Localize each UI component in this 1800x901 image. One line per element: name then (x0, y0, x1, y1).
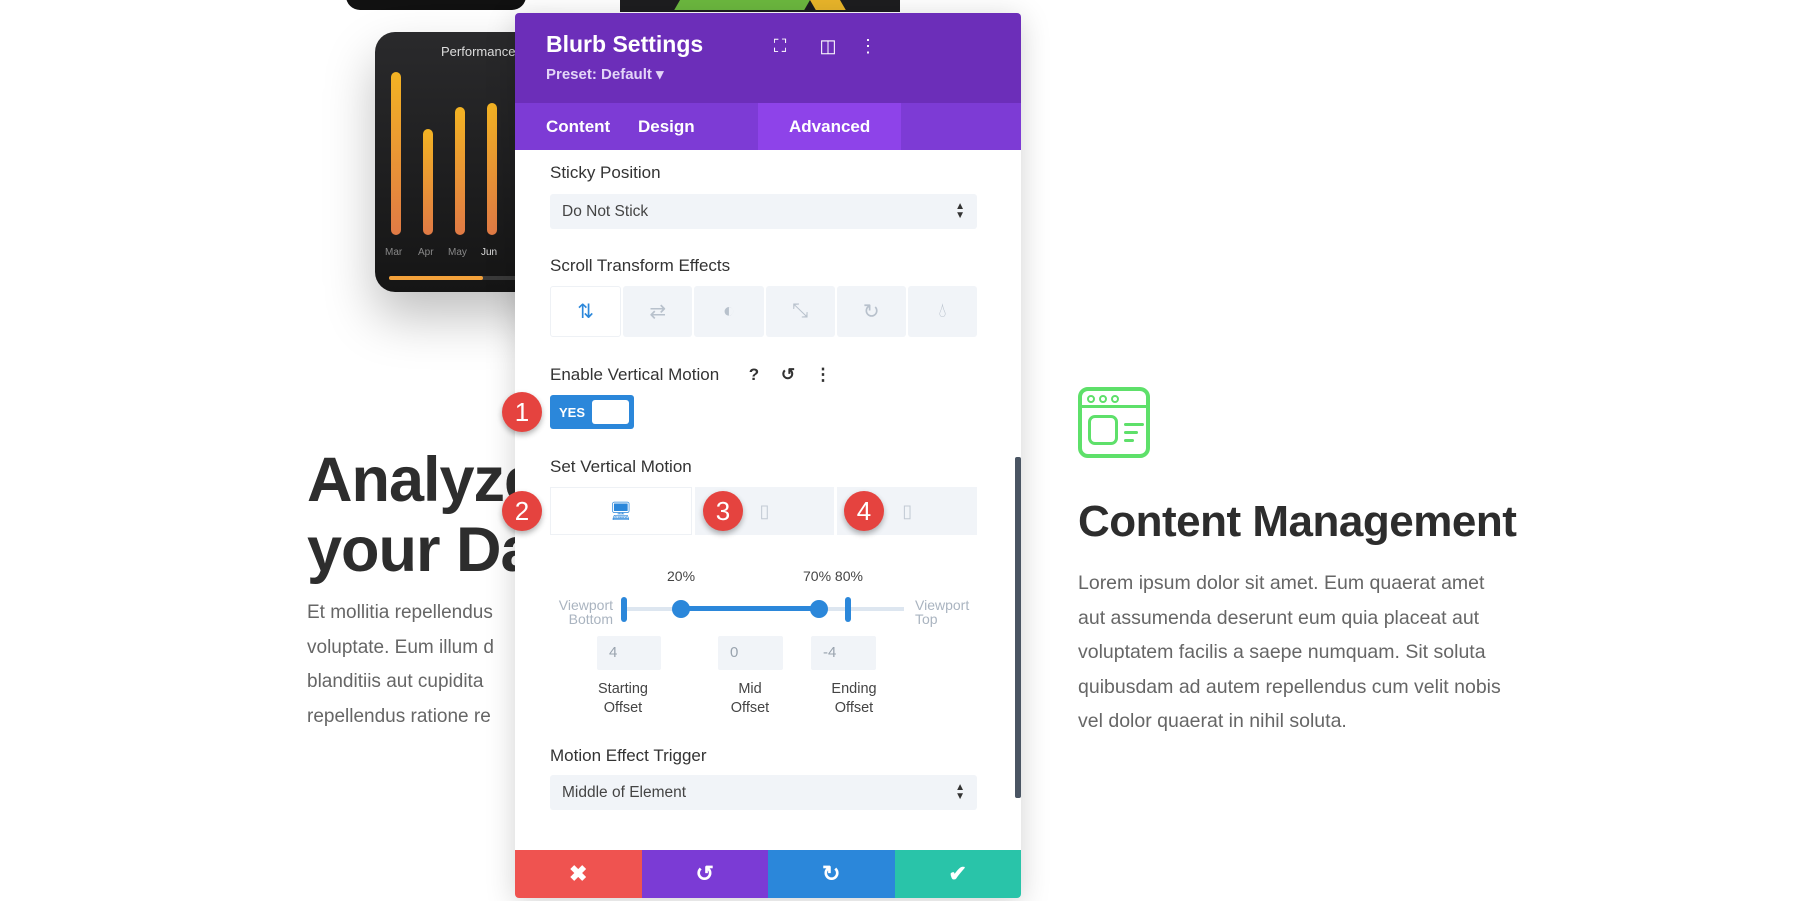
motion-trigger-select[interactable]: Middle of Element ▲ ▼ (550, 775, 977, 810)
mockup-chart-card (620, 0, 900, 12)
chart-bar (487, 103, 497, 235)
device-tabs: 🖥︎ ▯ ▯ (550, 487, 978, 535)
undo-button[interactable]: ↺ (641, 850, 768, 898)
fullscreen-icon[interactable]: ⛶ (769, 36, 791, 57)
tab-design[interactable]: Design (607, 103, 726, 150)
enable-vertical-toggle[interactable]: YES (550, 395, 634, 429)
reset-icon[interactable]: ↺ (776, 365, 800, 385)
blurb-settings-panel: Blurb Settings Preset: Default ▾ ⛶ ◫ ⋮ C… (515, 13, 1021, 898)
motion-trigger-label: Motion Effect Trigger (550, 746, 707, 765)
browser-window-icon (1078, 387, 1150, 458)
viewport-bottom-label: Viewport Bottom (558, 597, 613, 627)
save-button[interactable]: ✔ (894, 850, 1021, 898)
select-arrows-icon: ▲ ▼ (955, 782, 965, 802)
redo-button[interactable]: ↻ (768, 850, 895, 898)
blur-icon[interactable]: 💧︎ (907, 286, 978, 337)
preset-dropdown[interactable]: Preset: Default ▾ (546, 65, 664, 83)
step-badge-1: 1 (502, 392, 542, 432)
fading-icon[interactable]: ◐ (694, 286, 764, 337)
start-percent: 20% (667, 568, 696, 584)
viewport-top-label: Viewport Top (915, 597, 970, 627)
end-percent: 70% 80% (803, 568, 863, 584)
tab-advanced[interactable]: Advanced (758, 103, 902, 150)
mockup-card (346, 0, 526, 10)
more-vertical-icon[interactable]: ⋮ (857, 36, 879, 57)
scroll-effects-label: Scroll Transform Effects (550, 256, 731, 275)
slider-mid-start-handle[interactable] (672, 600, 690, 618)
more-options-icon[interactable]: ⋮ (811, 365, 835, 385)
content-management-paragraph: Lorem ipsum dolor sit amet. Eum quaerat … (1078, 572, 1501, 732)
month-label: May (448, 247, 467, 258)
mid-offset-input[interactable]: 0 (718, 636, 783, 670)
rotating-icon[interactable]: ↻ (836, 286, 906, 337)
step-badge-3: 3 (703, 491, 743, 531)
horizontal-motion-icon[interactable]: ⇄ (623, 286, 693, 337)
sticky-position-label: Sticky Position (550, 163, 661, 182)
month-label: Jun (481, 247, 498, 258)
slider-start-handle[interactable] (621, 597, 627, 622)
panel-title: Blurb Settings (546, 31, 704, 57)
cancel-button[interactable]: ✖ (515, 850, 642, 898)
set-vertical-label: Set Vertical Motion (550, 457, 692, 476)
split-view-icon[interactable]: ◫ (817, 36, 839, 57)
ending-offset-label: Ending Offset (831, 681, 877, 716)
chart-bar (423, 129, 433, 235)
chart-bar (455, 107, 465, 235)
content-management-heading: Content Management (1078, 497, 1517, 546)
chart-bar (391, 72, 401, 235)
slider-mid-end-handle[interactable] (810, 600, 828, 618)
select-arrows-icon: ▲ ▼ (955, 201, 965, 221)
phone-title: Performance (441, 44, 516, 59)
scaling-icon[interactable]: ⤡ (765, 286, 835, 337)
mid-offset-label: Mid Offset (730, 681, 770, 716)
sticky-position-select[interactable]: Do Not Stick ▲ ▼ (550, 194, 977, 229)
panel-header: Blurb Settings Preset: Default ▾ ⛶ ◫ ⋮ (515, 13, 1021, 103)
enable-vertical-label: Enable Vertical Motion (550, 365, 720, 384)
panel-footer: ✖ ↺ ↻ ✔ (515, 850, 1021, 898)
step-badge-2: 2 (502, 491, 542, 531)
help-icon[interactable]: ? (742, 365, 766, 385)
step-badge-4: 4 (844, 491, 884, 531)
motion-slider-range (681, 606, 819, 611)
desktop-icon[interactable]: 🖥︎ (550, 487, 692, 535)
tab-bar: Content Design Advanced (515, 103, 1021, 150)
slider-end-handle[interactable] (845, 597, 851, 622)
starting-offset-input[interactable]: 4 (597, 636, 661, 670)
month-label: Apr (418, 247, 434, 258)
vertical-motion-icon[interactable]: ⇅ (550, 286, 622, 337)
scroll-effects-selector: ⇅ ⇄ ◐ ⤡ ↻ 💧︎ (550, 286, 978, 337)
starting-offset-label: Starting Offset (598, 681, 648, 716)
panel-scrollbar[interactable] (1015, 457, 1021, 798)
month-label: Mar (385, 247, 403, 258)
ending-offset-input[interactable]: -4 (811, 636, 876, 670)
